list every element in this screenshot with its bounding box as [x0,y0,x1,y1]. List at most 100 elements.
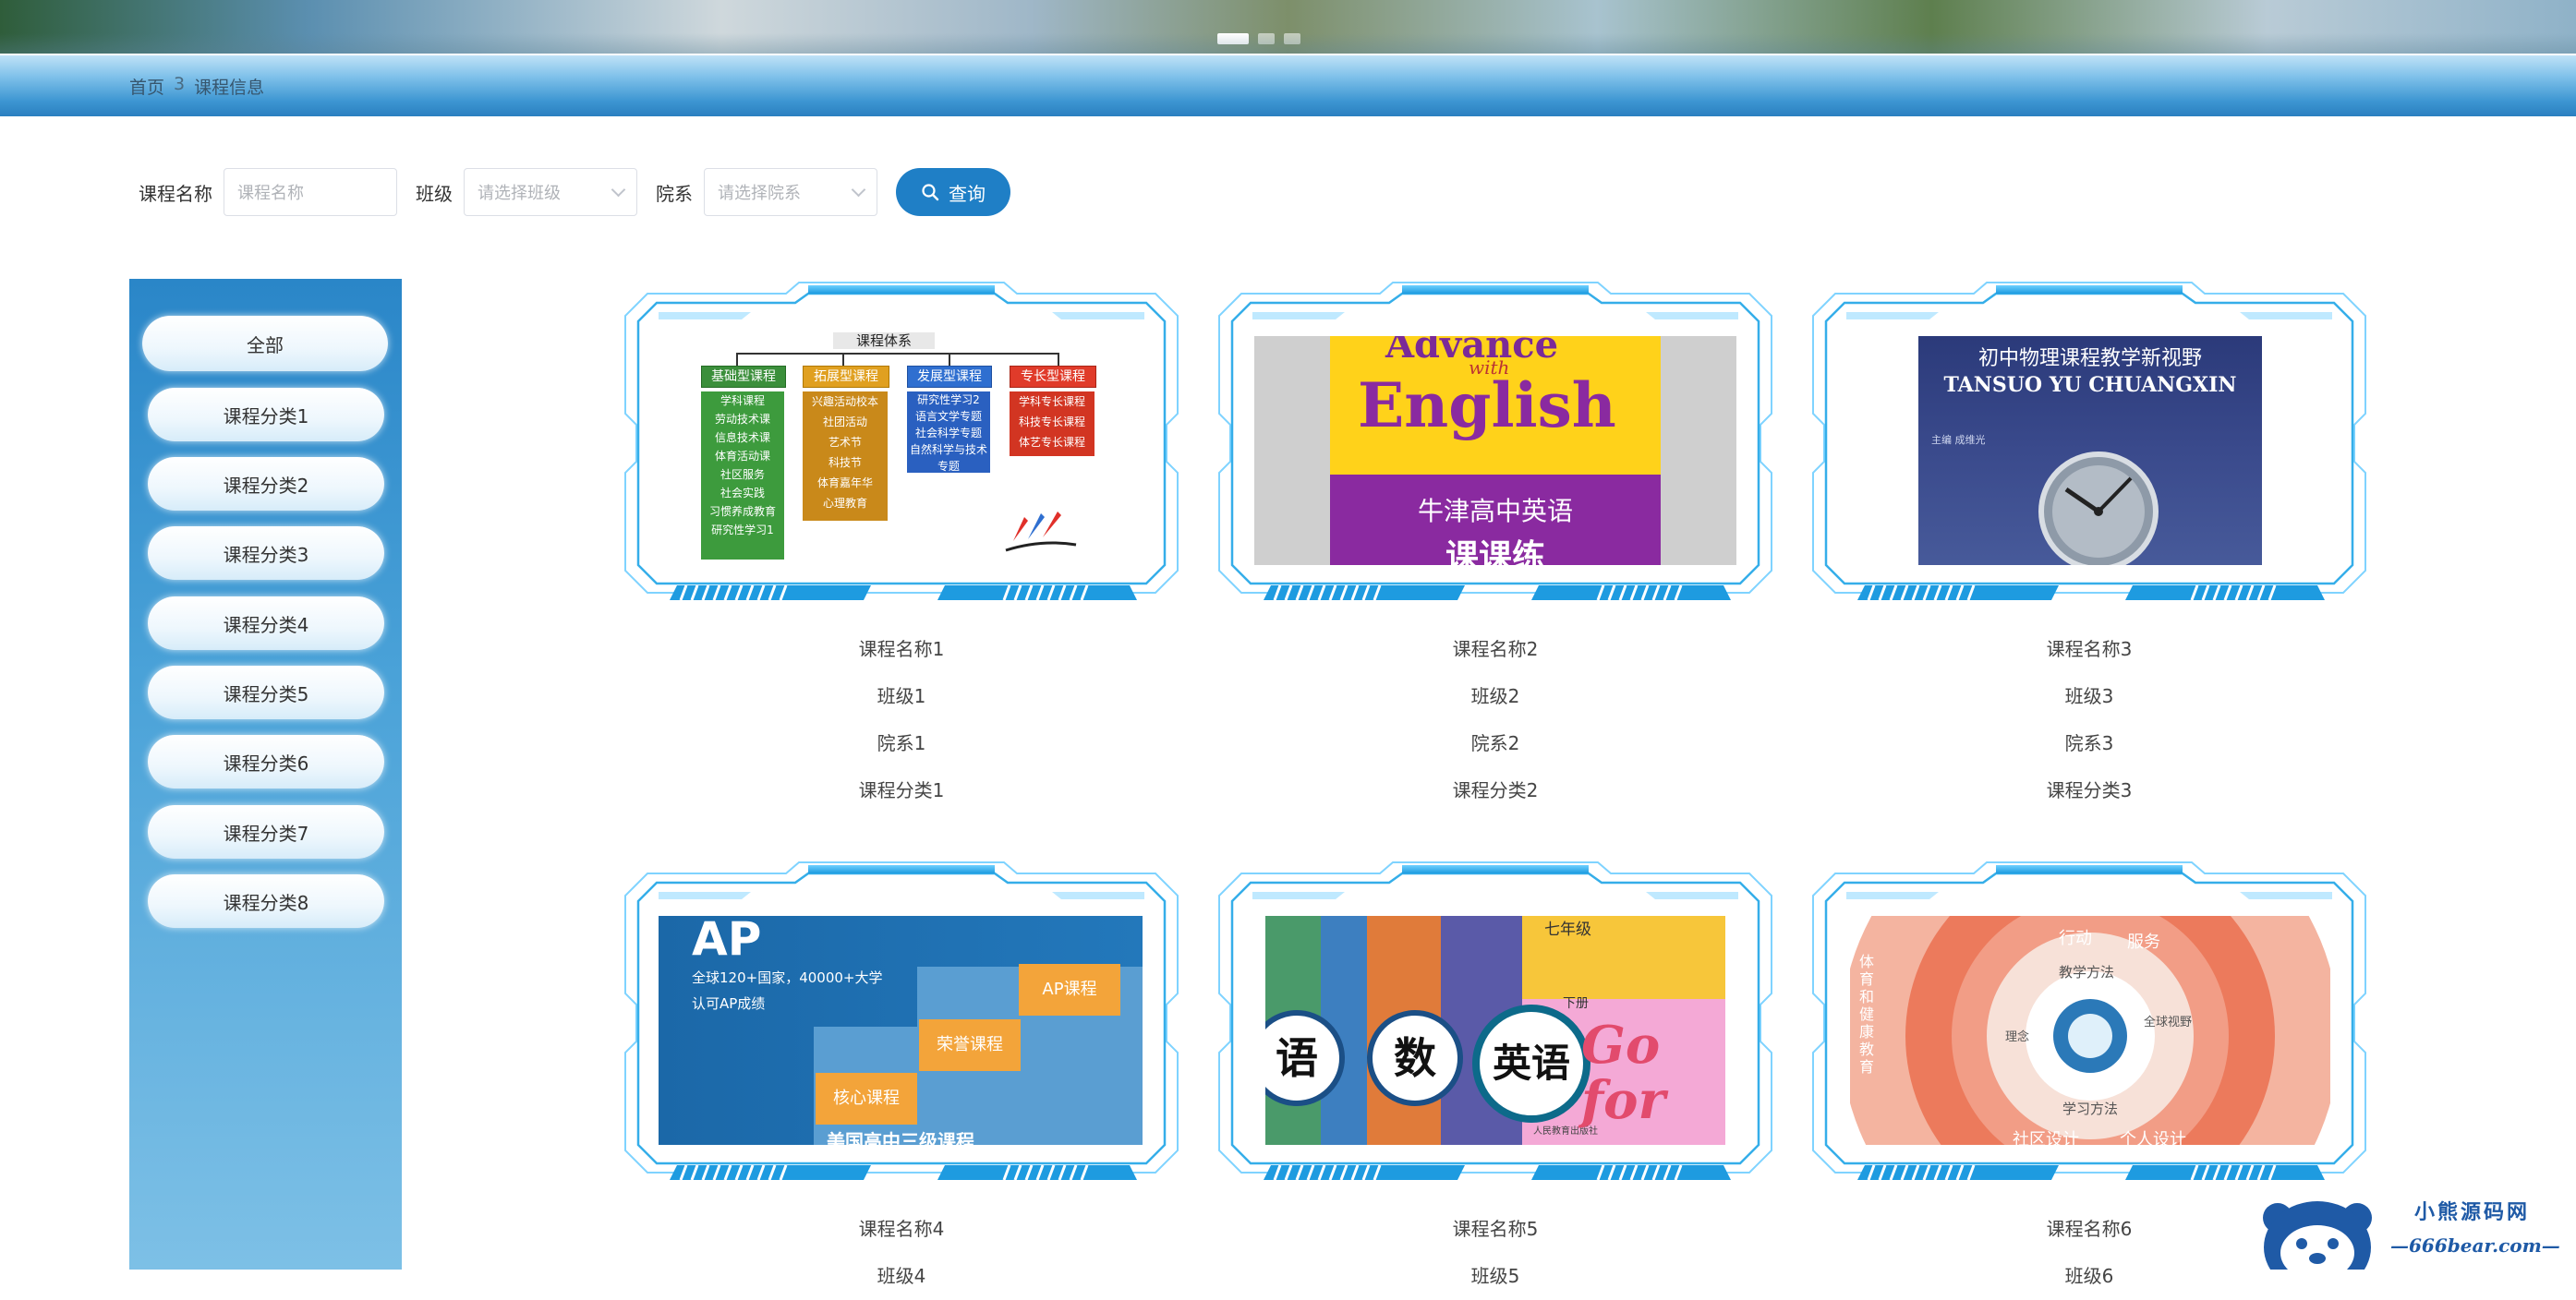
carousel-dot-2[interactable] [1258,33,1275,44]
ring-global: 全球视野 [2144,1016,2193,1029]
course-class: 班级5 [1470,1265,1520,1287]
thumb-honor-course: 荣誉课程 [919,1019,1021,1071]
bear-logo-icon [2263,1201,2372,1270]
category-sidebar: 全部 课程分类1 课程分类2 课程分类3 课程分类4 课程分类5 课程分类6 课… [129,279,402,1270]
class-select[interactable]: 请选择班级 [464,168,637,216]
breadcrumb-current: 课程信息 [194,78,265,98]
class-label: 班级 [416,182,453,205]
course-image-5[interactable]: 七年级 下册 人民教育出版社 语 数 英语 Go for [1265,916,1725,1145]
search-bar: 课程名称 课程名称 班级 请选择班级 院系 请选择院系 查询 [139,166,1010,218]
dept-label: 院系 [656,182,693,205]
clock-icon [2038,451,2159,565]
carousel-dot-1[interactable] [1217,33,1249,44]
col4-head: 专长型课程 [1010,366,1096,388]
course-info-3: 课程名称3 班级3 院系3 课程分类3 [1809,626,2369,814]
carousel-dot-3[interactable] [1284,33,1300,44]
course-info-2: 课程名称2 班级2 院系2 课程分类2 [1215,626,1775,814]
ring-action: 行动 [2059,929,2092,948]
thumb-title: 课程体系 [833,332,935,349]
course-info-4: 课程名称4 班级4 [622,1206,1181,1300]
top-banner [0,0,2576,54]
thumb-sub1: 全球120+国家，40000+大学 [692,969,883,986]
sidebar-item-category-1[interactable]: 课程分类1 [148,388,384,441]
carousel-dots[interactable] [1217,33,1300,44]
col2-list: 兴趣活动校本 社团活动 艺术节 科技节 体育嘉年华 心理教育 [803,391,888,521]
course-name[interactable]: 课程名称3 [1809,626,2369,673]
breadcrumb-bar: 首页 3 课程信息 [0,55,2576,116]
course-info-5: 课程名称5 班级5 [1215,1206,1775,1300]
thumb-foot: 美国高中三级课程 [827,1130,974,1145]
course-name-label: 课程名称 [139,182,212,205]
course-name[interactable]: 课程名称4 [622,1206,1181,1253]
course-class: 班级1 [877,685,926,707]
course-name-placeholder: 课程名称 [237,184,304,203]
sidebar-item-category-2[interactable]: 课程分类2 [148,457,384,511]
thumb-math: 数 [1367,1010,1463,1106]
dept-placeholder: 请选择院系 [718,184,801,203]
col3-list: 研究性学习2 语言文学专题 社会科学专题 自然科学与技术专题 [907,391,990,473]
site-watermark: 小熊源码网 —666bear.com— [2254,1186,2576,1270]
sidebar-item-category-3[interactable]: 课程分类3 [148,526,384,580]
course-image-3[interactable]: 初中物理课程教学新视野 TANSUO YU CHUANGXIN 主编 成维光 [1918,336,2262,565]
course-name[interactable]: 课程名称2 [1215,626,1775,673]
course-category: 课程分类3 [2046,779,2133,801]
sidebar-item-category-7[interactable]: 课程分类7 [148,805,384,859]
thumb-author: 主编 成维光 [1931,434,1986,446]
sidebar-item-all[interactable]: 全部 [142,316,388,371]
watermark-name: 小熊源码网 [2414,1201,2531,1224]
col1-list: 学科课程 劳动技术课 信息技术课 体育活动课 社区服务 社会实践 习惯养成教育 研究性学… [701,391,784,560]
course-class: 班级2 [1470,685,1520,707]
thumb-en-title: TANSUO YU CHUANGXIN [1943,373,2237,397]
dept-select[interactable]: 请选择院系 [704,168,877,216]
ring-learning: 学习方法 [2062,1101,2119,1117]
search-icon [922,184,939,201]
col2-head: 拓展型课程 [803,366,889,388]
breadcrumb-separator: 3 [174,74,186,94]
ring-pe: 体育和健康教育 [1859,953,1875,1076]
course-name[interactable]: 课程名称1 [622,626,1181,673]
col3-head: 发展型课程 [907,366,992,388]
course-class: 班级4 [877,1265,926,1287]
col4-list: 学科专长课程 科技专长课程 体艺专长课程 [1010,391,1094,456]
thumb-core-course: 核心课程 [816,1073,917,1125]
thumb-english: English [1358,369,1616,441]
course-image-4[interactable]: AP 全球120+国家，40000+大学 认可AP成绩 AP课程 荣誉课程 核心… [659,916,1143,1145]
sidebar-item-category-5[interactable]: 课程分类5 [148,666,384,719]
thumb-ap-course: AP课程 [1019,964,1120,1016]
ring-teaching: 教学方法 [2059,964,2115,981]
course-dept: 院系3 [2064,732,2114,754]
ring-idea: 理念 [2005,1030,2030,1044]
course-image-6[interactable]: 行动 服务 教学方法 学习方法 全球视野 理念 社区设计 个人设计 体育和健康教… [1850,916,2330,1145]
sidebar-item-category-6[interactable]: 课程分类6 [148,735,384,788]
course-image-1[interactable]: 课程体系 基础型课程 学科课程 劳动技术课 信息技术课 体育活动课 社区服务 社会实践… [699,332,1096,561]
course-category: 课程分类1 [858,779,945,801]
course-class: 班级3 [2064,685,2114,707]
breadcrumb: 首页 3 课程信息 [129,74,264,99]
course-image-2[interactable]: Advance with English 牛津高中英语 课课练 [1254,336,1736,565]
course-dept: 院系2 [1470,732,1520,754]
course-category: 课程分类2 [1452,779,1539,801]
query-label: 查询 [949,182,986,205]
col1-head: 基础型课程 [701,366,786,388]
watermark-url: —666bear.com— [2390,1234,2560,1257]
ring-community: 社区设计 [2013,1130,2079,1145]
sidebar-item-category-4[interactable]: 课程分类4 [148,596,384,650]
thumb-go-for: Go for [1581,1015,1665,1131]
thumb-english: 英语 [1472,1005,1590,1123]
chevron-down-icon [611,182,626,197]
thumb-ap: AP [692,916,762,966]
course-name[interactable]: 课程名称5 [1215,1206,1775,1253]
sidebar-item-category-8[interactable]: 课程分类8 [148,874,384,928]
logo-icon [1005,512,1077,552]
ring-service: 服务 [2127,933,2160,952]
breadcrumb-home[interactable]: 首页 [129,74,164,99]
query-button[interactable]: 查询 [896,168,1010,216]
thumb-vol: 下册 [1563,996,1589,1011]
thumb-sub2: 认可AP成绩 [692,995,766,1012]
course-info-1: 课程名称1 班级1 院系1 课程分类1 [622,626,1181,814]
thumb-cn-title: 牛津高中英语 [1417,496,1573,526]
ring-personal: 个人设计 [2120,1130,2186,1145]
chevron-down-icon [851,182,866,197]
course-name-input[interactable]: 课程名称 [224,168,397,216]
thumb-grade: 七年级 [1544,921,1591,939]
